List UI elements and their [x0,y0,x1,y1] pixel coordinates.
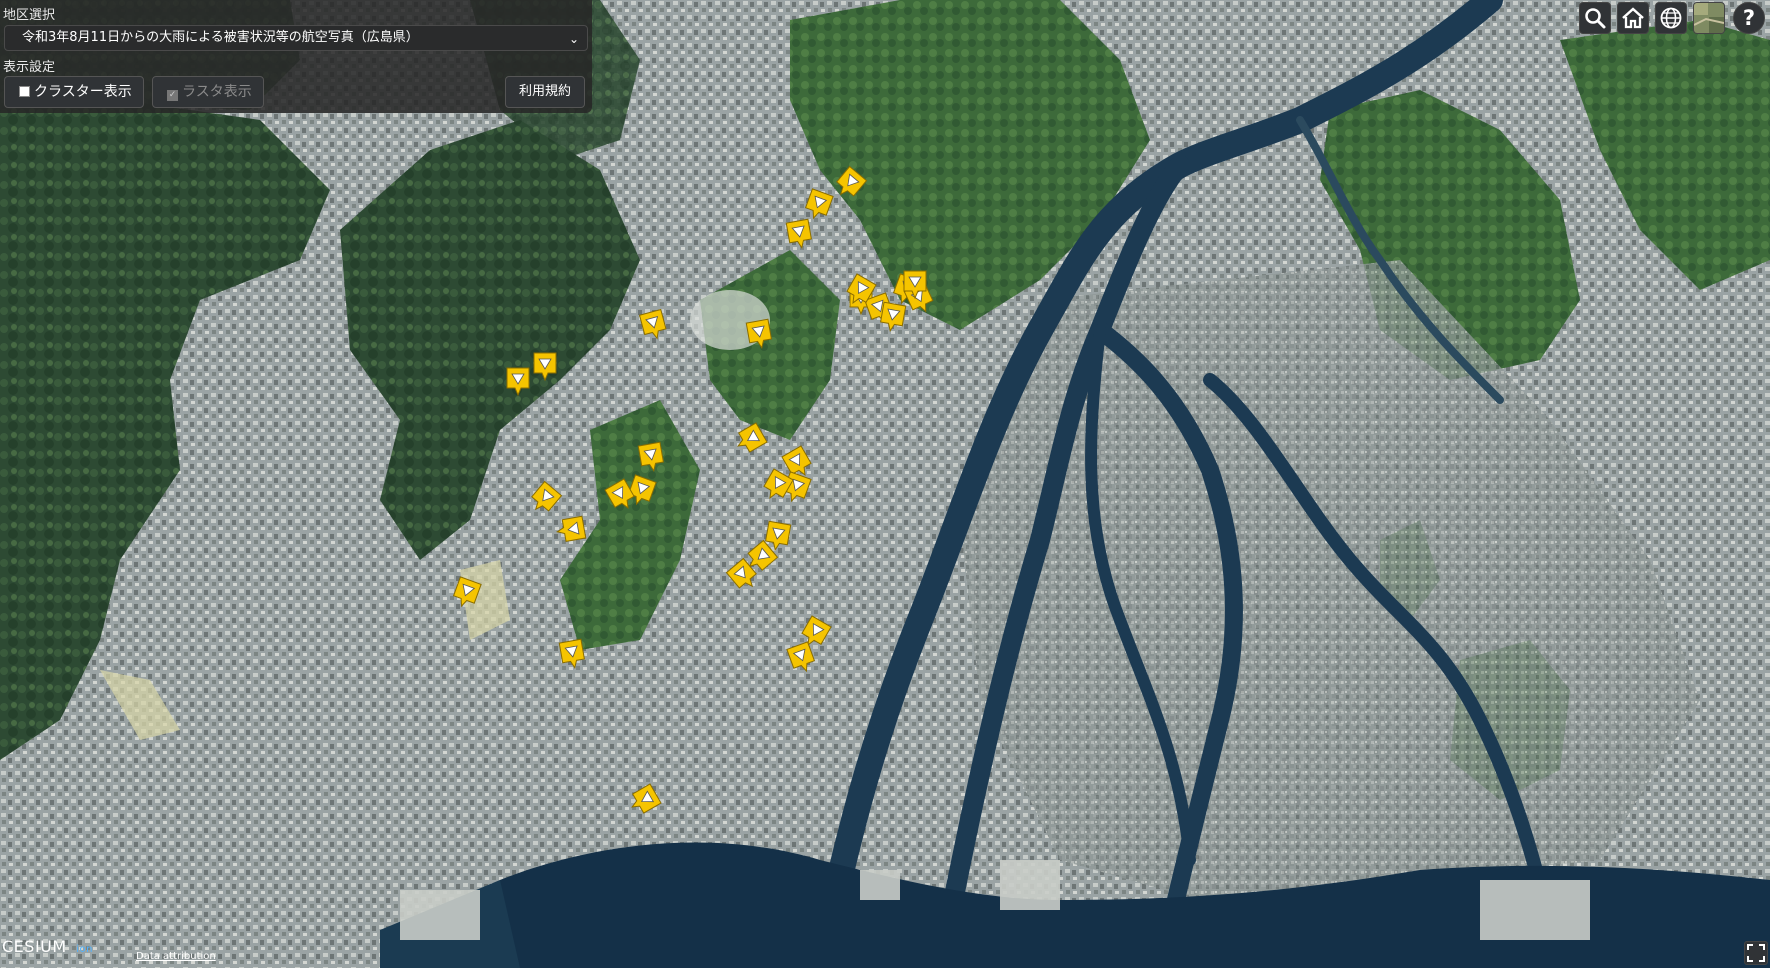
geocoder-search-button[interactable] [1579,2,1611,34]
help-icon: ? [1742,6,1756,30]
map-viewer[interactable]: 地区選択 令和3年8月11日からの大雨による被害状況等の航空写真（広島県） ⌄ … [0,0,1770,968]
control-panel: 地区選択 令和3年8月11日からの大雨による被害状況等の航空写真（広島県） ⌄ … [0,0,592,113]
cesium-logo[interactable]: CESIUM ion [2,937,93,956]
display-settings-label: 表示設定 [3,60,56,75]
terms-button[interactable]: 利用規約 [505,76,585,108]
aerial-photo-map[interactable] [0,0,1770,968]
cluster-toggle[interactable]: クラスター表示 [4,76,144,108]
globe-icon [1660,7,1682,29]
search-icon [1585,8,1606,29]
scene-mode-button[interactable] [1655,2,1687,34]
base-layer-picker-button[interactable] [1693,2,1725,34]
raster-checkbox: ✓ [167,90,178,101]
raster-toggle: ✓ ラスタ表示 [152,76,264,108]
fullscreen-button[interactable] [1744,941,1768,965]
cluster-label: クラスター表示 [34,84,132,100]
home-button[interactable] [1617,2,1649,34]
district-select-value: 令和3年8月11日からの大雨による被害状況等の航空写真（広島県） [22,30,419,45]
district-select-label: 地区選択 [3,8,56,23]
data-attribution-link[interactable]: Data attribution [136,951,216,962]
cesium-logo-text: CESIUM [2,937,67,956]
help-button[interactable]: ? [1733,2,1765,34]
fullscreen-icon [1747,944,1765,962]
home-icon [1622,7,1644,29]
raster-label: ラスタ表示 [182,84,252,100]
district-select[interactable]: 令和3年8月11日からの大雨による被害状況等の航空写真（広島県） ⌄ [4,25,588,51]
cluster-checkbox[interactable] [19,86,30,97]
chevron-down-icon: ⌄ [568,32,579,46]
cesium-ion-text: ion [76,944,93,955]
imagery-layer-icon [1694,3,1724,33]
